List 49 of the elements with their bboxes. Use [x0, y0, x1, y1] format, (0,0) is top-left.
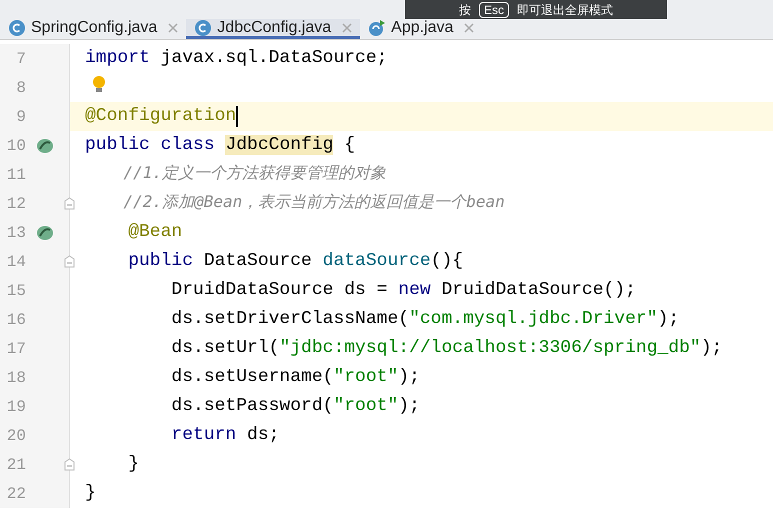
bean-icon[interactable]	[36, 136, 54, 154]
hint-text: 即可退出全屏模式	[517, 4, 613, 16]
code-line: ds.setPassword("root");	[170, 395, 420, 418]
fold-icon[interactable]	[64, 255, 75, 268]
code-line: ds.setUsername("root");	[170, 366, 420, 389]
class-icon	[8, 18, 26, 36]
code-line: @Bean	[127, 221, 182, 244]
code-line: import javax.sql.DataSource;	[85, 47, 388, 70]
code-line: public DataSource dataSource(){	[127, 250, 464, 273]
code-line: }	[85, 482, 96, 505]
bean-icon[interactable]	[36, 224, 54, 242]
line-number: 20	[6, 426, 26, 446]
class-run-icon	[368, 18, 386, 36]
line-number: 19	[6, 396, 26, 418]
fold-icon[interactable]	[64, 458, 75, 471]
editor-tab[interactable]: App.java	[360, 19, 482, 39]
line-number: 17	[6, 338, 26, 360]
line-number: 10	[6, 136, 26, 156]
class-icon	[194, 18, 212, 36]
line-number: 8	[15, 78, 26, 98]
code-line: return ds;	[170, 424, 280, 447]
close-icon[interactable]	[168, 22, 178, 32]
editor-tab[interactable]: SpringConfig.java	[0, 19, 186, 39]
code-line: //1.定义一个方法获得要管理的对象	[122, 162, 386, 184]
line-number: 11	[6, 164, 26, 186]
hint-text: 按	[458, 4, 471, 16]
close-icon[interactable]	[342, 22, 352, 32]
esc-key: Esc	[478, 2, 509, 18]
close-icon[interactable]	[464, 22, 474, 32]
code-line: }	[127, 453, 140, 476]
line-number: 14	[6, 252, 26, 272]
line-number: 16	[6, 310, 26, 330]
line-number: 18	[6, 368, 26, 388]
lightbulb-icon[interactable]	[92, 75, 106, 95]
editor-tab[interactable]: JdbcConfig.java	[186, 19, 360, 39]
line-number: 13	[6, 222, 26, 244]
line-number: 21	[6, 454, 26, 476]
line-number: 22	[6, 484, 26, 504]
code-line: //2.添加@Bean，表示当前方法的返回值是一个bean	[122, 191, 505, 213]
code-line: @Configuration	[85, 105, 236, 128]
line-number: 12	[6, 194, 26, 214]
line-number: 9	[15, 106, 26, 128]
code-line: ds.setDriverClassName("com.mysql.jdbc.Driver");	[170, 308, 680, 331]
code-line: ds.setUrl("jdbc:mysql://localhost:3306/spring_db");	[170, 337, 722, 360]
line-number: 15	[6, 280, 26, 302]
line-number: 7	[15, 48, 26, 70]
code-line: DruidDataSource ds = new DruidDataSource();	[170, 279, 636, 302]
code-line: public class JdbcConfig {	[85, 134, 356, 157]
fold-icon[interactable]	[64, 197, 75, 210]
